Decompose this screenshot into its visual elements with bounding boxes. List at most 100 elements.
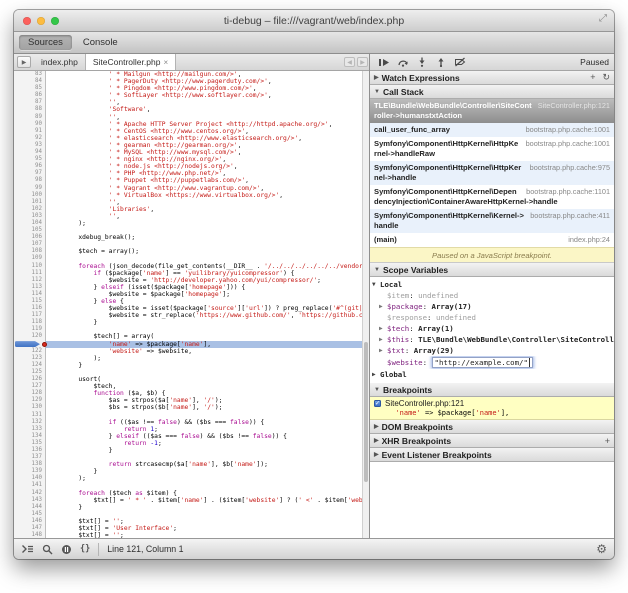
code-line-text[interactable]	[46, 326, 369, 333]
code-line-text[interactable]: ' * SoftLayer <http://www.softlayer.com/…	[46, 92, 369, 99]
fullscreen-icon[interactable]: ⤢	[599, 14, 607, 24]
code-line[interactable]: 138 return strcasecmp($a['name'], $b['na…	[14, 461, 369, 468]
code-line[interactable]: 87 '',	[14, 99, 369, 106]
code-line[interactable]: 133 return 1;	[14, 426, 369, 433]
console-drawer-icon[interactable]	[21, 544, 34, 554]
gutter-line-number[interactable]: 127	[14, 383, 46, 390]
code-line[interactable]: 112 $website = 'http://developer.yahoo.c…	[14, 277, 369, 284]
code-line[interactable]: 124 }	[14, 362, 369, 369]
call-stack-frame[interactable]: bootstrap.php.cache:1001call_user_func_a…	[370, 123, 614, 137]
call-stack-frame[interactable]: index.php:24(main)	[370, 233, 614, 247]
code-line-text[interactable]: );	[46, 475, 369, 482]
gutter-line-number[interactable]: 97	[14, 170, 46, 177]
code-line[interactable]: 111 if ($package['name'] == 'yuilibrary/…	[14, 270, 369, 277]
code-line-text[interactable]: return strcasecmp($a['name'], $b['name']…	[46, 461, 369, 468]
gutter-line-number[interactable]: 142	[14, 490, 46, 497]
gutter-line-number[interactable]: 124	[14, 362, 46, 369]
breakpoint-entry[interactable]: ✓ SiteController.php:121 'name' => $pack…	[370, 397, 614, 420]
section-watch-expressions[interactable]: ▶ Watch Expressions + ↻	[370, 71, 614, 85]
code-line[interactable]: 123 );	[14, 355, 369, 362]
gutter-line-number[interactable]: 95	[14, 156, 46, 163]
gutter-line-number[interactable]: 139	[14, 468, 46, 475]
gutter-line-number[interactable]: 96	[14, 163, 46, 170]
tab-scroll-right-icon[interactable]: ▶	[357, 57, 368, 67]
deactivate-breakpoints-icon[interactable]	[451, 56, 468, 69]
gutter-line-number[interactable]: 110	[14, 263, 46, 270]
code-line-text[interactable]: if (($as !== false) && ($bs === false)) …	[46, 419, 369, 426]
code-line-text[interactable]: usort(	[46, 376, 369, 383]
code-line[interactable]: 105	[14, 227, 369, 234]
code-line-text[interactable]	[46, 241, 369, 248]
code-line-text[interactable]: $as = strpos($a['name'], '/');	[46, 397, 369, 404]
code-line-text[interactable]: ' * gearman <http://gearman.org/>',	[46, 142, 369, 149]
show-navigator-icon[interactable]: ▶	[17, 56, 31, 68]
code-line-text[interactable]: '',	[46, 199, 369, 206]
code-line[interactable]: 144 }	[14, 504, 369, 511]
code-line-text[interactable]: ' * PagerDuty <http://www.pagerduty.com/…	[46, 78, 369, 85]
gutter-line-number[interactable]: 132	[14, 419, 46, 426]
gutter-line-number[interactable]: 126	[14, 376, 46, 383]
gutter-line-number[interactable]: 141	[14, 482, 46, 489]
code-line[interactable]: 96 ' * node.js <http://nodejs.org/>',	[14, 163, 369, 170]
step-into-icon[interactable]	[413, 56, 430, 69]
code-line[interactable]: 143 $txt[] = ' * ' . $item['name'] . ($i…	[14, 497, 369, 504]
editor-scrollbar[interactable]	[362, 71, 369, 538]
code-line-text[interactable]: $bs = strpos($b['name'], '/');	[46, 404, 369, 411]
code-line[interactable]: 94 ' * MySQL <http://www.mysql.com/>',	[14, 149, 369, 156]
code-line-text[interactable]: ' * Mailgun <http://mailgun.com/>',	[46, 71, 369, 78]
code-line-text[interactable]: }	[46, 447, 369, 454]
code-line-text[interactable]: $tech[] = array(	[46, 333, 369, 340]
search-icon[interactable]	[42, 544, 53, 555]
code-line[interactable]: 106 xdebug_break();	[14, 234, 369, 241]
scope-variable-row[interactable]: ▶$this: TLE\Bundle\WebBundle\Controller\…	[370, 334, 614, 345]
code-line-text[interactable]: $txt[] = ' * ' . $item['name'] . ($item[…	[46, 497, 369, 504]
chevron-right-icon[interactable]: ▶	[379, 303, 383, 310]
code-line[interactable]: 116 $website = isset($package['source'][…	[14, 305, 369, 312]
code-line[interactable]: 131	[14, 412, 369, 419]
code-line-text[interactable]	[46, 227, 369, 234]
code-line-text[interactable]: } elseif (($as === false) && ($bs !== fa…	[46, 433, 369, 440]
gutter-line-number[interactable]: 88	[14, 106, 46, 113]
code-line[interactable]: 85 ' * Pingdom <http://www.pingdom.com/>…	[14, 85, 369, 92]
code-line-text[interactable]	[46, 454, 369, 461]
gutter-line-number[interactable]: 116	[14, 305, 46, 312]
file-tab-sitecontroller-php[interactable]: SiteController.php ×	[86, 54, 176, 70]
code-line-text[interactable]: $website = 'http://developer.yahoo.com/y…	[46, 277, 369, 284]
code-line-text[interactable]: );	[46, 355, 369, 362]
code-line[interactable]: 121 'name' => $package['name'],	[14, 341, 369, 348]
code-line[interactable]: 125	[14, 369, 369, 376]
section-scope-variables[interactable]: ▼ Scope Variables	[370, 263, 614, 277]
code-line-text[interactable]: '',	[46, 114, 369, 121]
section-breakpoints[interactable]: ▼ Breakpoints	[370, 383, 614, 397]
gutter-line-number[interactable]: 87	[14, 99, 46, 106]
step-out-icon[interactable]	[432, 56, 449, 69]
code-line-text[interactable]: ' * Pingdom <http://www.pingdom.com/>',	[46, 85, 369, 92]
code-line[interactable]: 84 ' * PagerDuty <http://www.pagerduty.c…	[14, 78, 369, 85]
gutter-line-number[interactable]: 114	[14, 291, 46, 298]
code-line-text[interactable]: 'Software',	[46, 106, 369, 113]
code-line-text[interactable]: foreach (json_decode(file_get_contents(_…	[46, 263, 369, 270]
gutter-line-number[interactable]: 115	[14, 298, 46, 305]
gutter-line-number[interactable]: 112	[14, 277, 46, 284]
chevron-right-icon[interactable]: ▶	[379, 347, 383, 354]
code-line-text[interactable]: function ($a, $b) {	[46, 390, 369, 397]
gutter-line-number[interactable]: 84	[14, 78, 46, 85]
code-line-text[interactable]: 'website' => $website,	[46, 348, 369, 355]
gutter-line-number[interactable]: 147	[14, 525, 46, 532]
code-line[interactable]: 102 'Libraries',	[14, 206, 369, 213]
code-editor[interactable]: 83 ' * Mailgun <http://mailgun.com/>',84…	[14, 71, 369, 538]
gutter-line-number[interactable]: 107	[14, 241, 46, 248]
code-line-text[interactable]: ' * Vagrant <http://www.vagrantup.com/>'…	[46, 185, 369, 192]
code-line-text[interactable]: $tech,	[46, 383, 369, 390]
code-line[interactable]: 118 }	[14, 319, 369, 326]
zoom-window-icon[interactable]	[51, 17, 59, 25]
code-line[interactable]: 120 $tech[] = array(	[14, 333, 369, 340]
code-line-text[interactable]: } else {	[46, 298, 369, 305]
code-line[interactable]: 109	[14, 255, 369, 262]
call-stack-frame[interactable]: bootstrap.php.cache:1001Symfony\Componen…	[370, 137, 614, 161]
call-stack-frame[interactable]: SiteController.php:121TLE\Bundle\WebBund…	[370, 99, 614, 123]
code-line-text[interactable]: ' * PHP <http://www.php.net/>',	[46, 170, 369, 177]
call-stack-frame[interactable]: bootstrap.php.cache:1101Symfony\Componen…	[370, 185, 614, 209]
code-line-text[interactable]: ' * node.js <http://nodejs.org/>',	[46, 163, 369, 170]
code-line[interactable]: 139 }	[14, 468, 369, 475]
